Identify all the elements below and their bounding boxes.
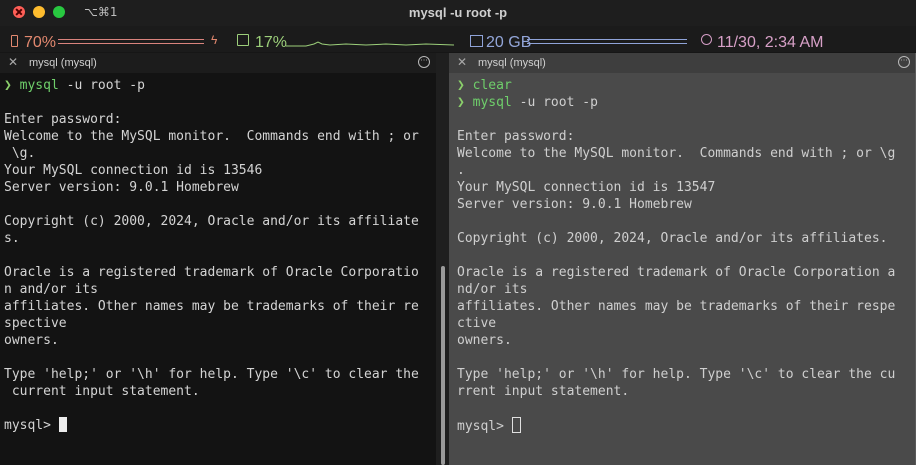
battery-percent: 70% bbox=[24, 34, 57, 51]
pane-tab[interactable]: ✕ mysql (mysql) ··· bbox=[449, 53, 916, 73]
output-line: \g. bbox=[4, 146, 36, 161]
output-line: . bbox=[457, 163, 465, 178]
text-cursor[interactable] bbox=[58, 417, 67, 432]
disk-icon bbox=[470, 35, 483, 47]
scrollbar-thumb[interactable] bbox=[441, 266, 445, 465]
charging-bolt-icon: ϟ bbox=[211, 33, 218, 47]
tab-label: mysql (mysql) bbox=[29, 57, 97, 69]
output-line: Welcome to the MySQL monitor. Commands e… bbox=[4, 129, 419, 144]
pane-tab[interactable]: ✕ mysql (mysql) ··· bbox=[0, 53, 436, 73]
output-line: Enter password: bbox=[457, 129, 575, 144]
cpu-icon bbox=[237, 34, 249, 46]
mysql-prompt: mysql> bbox=[4, 418, 59, 433]
output-line: Copyright (c) 2000, 2024, Oracle and/or … bbox=[4, 214, 419, 229]
cpu-percent: 17% bbox=[255, 34, 288, 51]
close-icon[interactable]: ✕ bbox=[457, 55, 467, 69]
output-line: Enter password: bbox=[4, 112, 122, 127]
output-line: Server version: 9.0.1 Homebrew bbox=[4, 180, 239, 195]
mysql-prompt: mysql> bbox=[457, 419, 512, 434]
output-line: spective bbox=[4, 316, 67, 331]
pane-menu-icon[interactable]: ··· bbox=[418, 56, 430, 68]
prompt-arrow-icon: ❯ bbox=[457, 95, 465, 110]
disk-usage: 20 GB bbox=[486, 34, 532, 51]
output-line: Copyright (c) 2000, 2024, Oracle and/or … bbox=[457, 231, 888, 246]
terminal-pane-right[interactable]: ✕ mysql (mysql) ··· ❯ clear ❯ mysql -u r… bbox=[449, 53, 916, 465]
output-line: rrent input statement. bbox=[457, 384, 630, 399]
clock-icon bbox=[701, 34, 712, 45]
command-name: clear bbox=[472, 78, 512, 93]
output-line: Welcome to the MySQL monitor. Commands e… bbox=[457, 146, 896, 161]
disk-bar bbox=[527, 39, 687, 44]
output-line: owners. bbox=[4, 333, 59, 348]
output-line: Oracle is a registered trademark of Orac… bbox=[4, 265, 419, 280]
text-cursor[interactable] bbox=[511, 417, 521, 433]
output-line: nd/or its bbox=[457, 282, 528, 297]
datetime: 11/30, 2:34 AM bbox=[717, 34, 824, 51]
output-line: s. bbox=[4, 231, 20, 246]
terminal-output: ❯ clear ❯ mysql -u root -p Enter passwor… bbox=[457, 77, 895, 435]
prompt-arrow-icon: ❯ bbox=[4, 78, 12, 93]
tab-label: mysql (mysql) bbox=[478, 57, 546, 69]
prompt-arrow-icon: ❯ bbox=[457, 78, 465, 93]
output-line: n and/or its bbox=[4, 282, 98, 297]
command-name: mysql bbox=[472, 95, 512, 110]
output-line: Your MySQL connection id is 13547 bbox=[457, 180, 716, 195]
close-icon[interactable]: ✕ bbox=[8, 55, 18, 69]
battery-icon bbox=[11, 35, 18, 47]
command-name: mysql bbox=[19, 78, 59, 93]
output-line: owners. bbox=[457, 333, 512, 348]
command-args: -u root -p bbox=[511, 95, 598, 110]
output-line: Your MySQL connection id is 13546 bbox=[4, 163, 263, 178]
output-line: Oracle is a registered trademark of Orac… bbox=[457, 265, 896, 280]
output-line: Server version: 9.0.1 Homebrew bbox=[457, 197, 692, 212]
window-title: mysql -u root -p bbox=[408, 5, 508, 20]
cpu-graph bbox=[286, 41, 454, 47]
output-line: Type 'help;' or '\h' for help. Type '\c'… bbox=[457, 367, 896, 382]
command-args: -u root -p bbox=[58, 78, 145, 93]
pane-menu-icon[interactable]: ··· bbox=[898, 56, 910, 68]
terminal-output: ❯ mysql -u root -p Enter password: Welco… bbox=[4, 77, 419, 434]
title-bar: ⌥⌘1 mysql -u root -p bbox=[0, 0, 916, 26]
output-line: ctive bbox=[457, 316, 497, 331]
output-line: affiliates. Other names may be trademark… bbox=[457, 299, 896, 314]
battery-bar bbox=[58, 39, 204, 44]
terminal-pane-left[interactable]: ✕ mysql (mysql) ··· ❯ mysql -u root -p E… bbox=[0, 53, 436, 465]
output-line: current input statement. bbox=[4, 384, 200, 399]
output-line: affiliates. Other names may be trademark… bbox=[4, 299, 419, 314]
output-line: Type 'help;' or '\h' for help. Type '\c'… bbox=[4, 367, 419, 382]
